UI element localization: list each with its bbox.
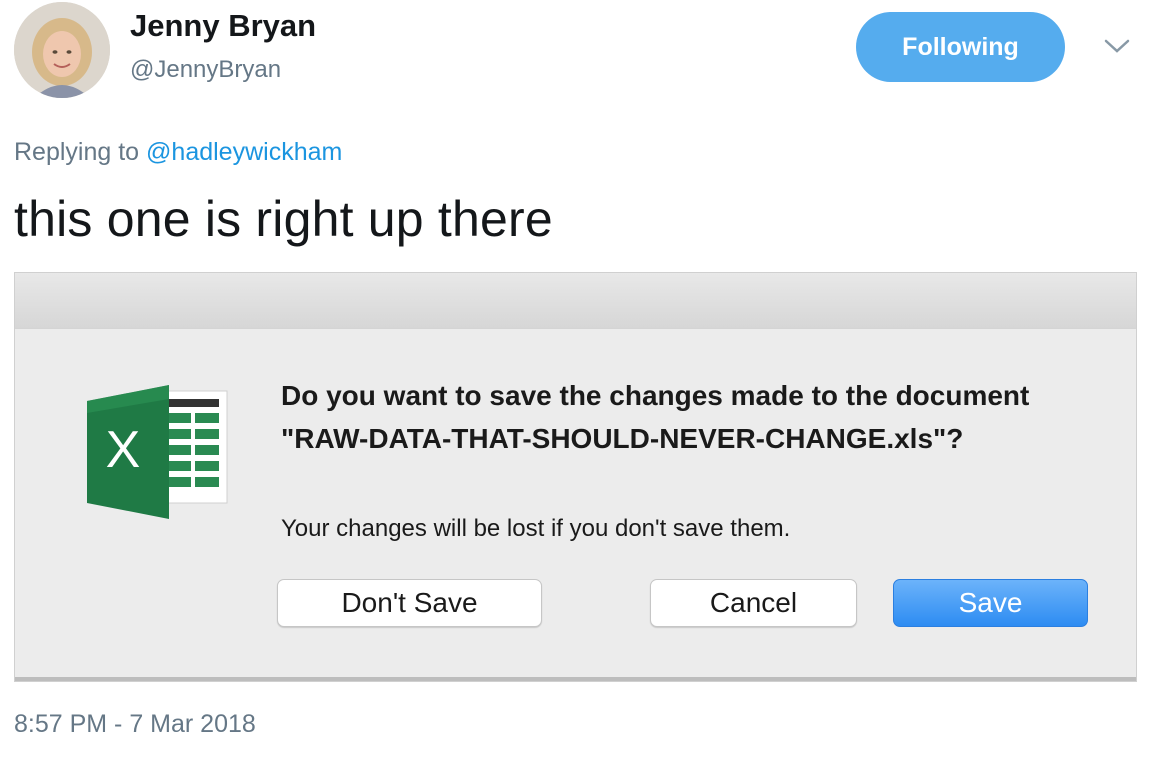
avatar[interactable] bbox=[14, 2, 110, 98]
cancel-button[interactable]: Cancel bbox=[650, 579, 857, 627]
tweet-media-image[interactable]: X Do you want to save the changes made t… bbox=[14, 272, 1137, 682]
dont-save-button[interactable]: Don't Save bbox=[277, 579, 542, 627]
tweet-text: this one is right up there bbox=[14, 191, 553, 247]
user-handle[interactable]: @JennyBryan bbox=[130, 56, 281, 84]
dialog-titlebar bbox=[15, 273, 1136, 330]
save-button[interactable]: Save bbox=[893, 579, 1088, 627]
tweet-timestamp[interactable]: 8:57 PM - 7 Mar 2018 bbox=[14, 710, 256, 739]
display-name[interactable]: Jenny Bryan bbox=[130, 8, 316, 44]
reply-context: Replying to @hadleywickham bbox=[14, 138, 342, 167]
excel-icon-letter: X bbox=[106, 421, 141, 479]
dialog-message: Your changes will be lost if you don't s… bbox=[281, 515, 791, 542]
save-dialog: X Do you want to save the changes made t… bbox=[15, 329, 1136, 679]
following-button[interactable]: Following bbox=[856, 12, 1065, 82]
chevron-down-icon[interactable] bbox=[1103, 36, 1131, 56]
dialog-bottom-edge bbox=[15, 677, 1136, 681]
profile-photo-icon bbox=[14, 2, 110, 98]
reply-prefix: Replying to bbox=[14, 138, 140, 166]
reply-mention-link[interactable]: @hadleywickham bbox=[146, 138, 342, 166]
dialog-title: Do you want to save the changes made to … bbox=[281, 380, 1030, 454]
excel-icon: X bbox=[87, 385, 228, 519]
